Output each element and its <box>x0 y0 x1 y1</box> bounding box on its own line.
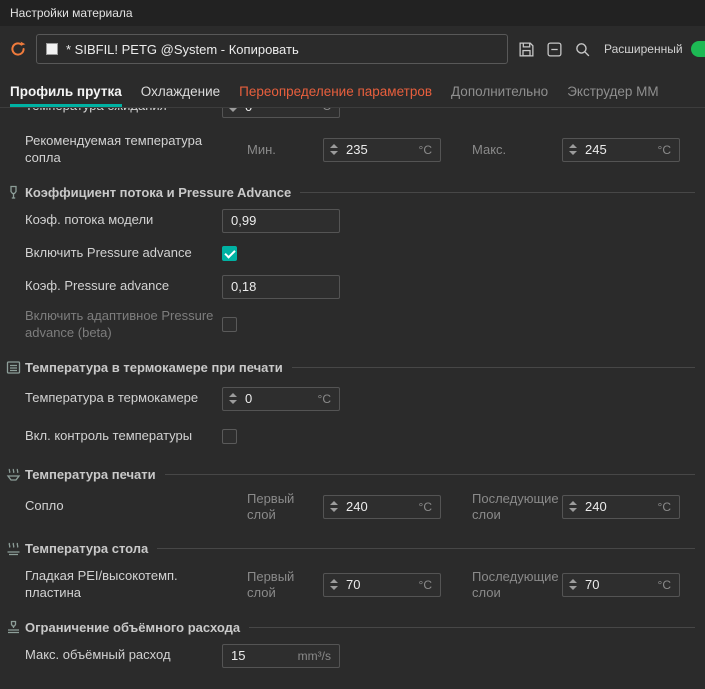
row-flow-ratio: Коэф. потока модели 0,99 <box>0 209 705 233</box>
section-divider <box>249 627 695 628</box>
first-layer-label: Первый слой <box>247 491 323 524</box>
advanced-mode-label: Расширенный <box>604 42 683 56</box>
preset-selector[interactable]: * SIBFIL! PETG @System - Копировать <box>36 34 508 64</box>
nozzle-temp-min-spinner[interactable]: 235 °C <box>323 138 441 162</box>
delete-preset-button[interactable] <box>544 39 564 59</box>
adaptive-pa-checkbox[interactable] <box>222 317 237 332</box>
row-pressure-advance-value: Коэф. Pressure advance 0,18 <box>0 275 705 299</box>
clipped-row-idle-temp: Температура ожидания 0 °C <box>0 108 705 121</box>
next-layers-label: Последующие слои <box>472 491 562 524</box>
nozzle-first-layer-spinner[interactable]: 240 °C <box>323 495 441 519</box>
section-title: Температура в термокамере при печати <box>25 360 283 375</box>
chamber-temp-spinner[interactable]: 0 °C <box>222 387 340 411</box>
section-title: Температура печати <box>25 467 156 482</box>
section-bed-temperature: Температура стола <box>0 541 705 556</box>
enable-pa-checkbox[interactable] <box>222 246 237 261</box>
section-chamber-temperature: Температура в термокамере при печати <box>0 360 705 375</box>
save-preset-button[interactable] <box>516 39 536 59</box>
bed-plate-label: Гладкая PEI/высокотемп. пластина <box>25 568 222 602</box>
volumetric-speed-label: Макс. объёмный расход <box>25 647 222 664</box>
print-temp-section-icon <box>4 467 22 482</box>
undo-reset-button[interactable] <box>8 39 28 59</box>
tab-bar: Профиль прутка Охлаждение Переопределени… <box>0 72 705 108</box>
section-volumetric-limit: Ограничение объёмного расхода <box>0 620 705 635</box>
bed-first-layer-spinner[interactable]: 70 °C <box>323 573 441 597</box>
advanced-mode-toggle[interactable] <box>691 41 705 57</box>
section-divider <box>300 192 695 193</box>
spinner-arrows-icon[interactable] <box>569 501 577 512</box>
tab-filament-profile[interactable]: Профиль прутка <box>10 84 122 107</box>
flow-ratio-input[interactable]: 0,99 <box>222 209 340 233</box>
row-nozzle-temperature: Сопло Первый слой 240 °C Последующие сло… <box>0 491 705 524</box>
window-titlebar: Настройки материала <box>0 0 705 26</box>
row-chamber-temp-control: Вкл. контроль температуры <box>0 425 705 449</box>
row-recommended-nozzle-temp: Рекомендуемая температура сопла Мин. 235… <box>0 133 705 167</box>
minus-icon <box>546 41 563 58</box>
undo-icon <box>9 40 27 58</box>
section-divider <box>292 367 695 368</box>
chamber-section-icon <box>4 360 22 375</box>
max-label: Макс. <box>472 142 562 158</box>
adaptive-pa-label: Включить адаптивное Pressure advance (be… <box>25 308 222 342</box>
spinner-arrows-icon[interactable] <box>569 144 577 155</box>
flow-ratio-label: Коэф. потока модели <box>25 212 222 229</box>
spinner-arrows-icon[interactable] <box>229 108 237 112</box>
volumetric-section-icon <box>4 620 22 635</box>
row-adaptive-pressure-advance: Включить адаптивное Pressure advance (be… <box>0 308 705 342</box>
preset-bar: * SIBFIL! PETG @System - Копировать Расш… <box>0 26 705 72</box>
pa-value-label: Коэф. Pressure advance <box>25 278 222 295</box>
section-divider <box>165 474 695 475</box>
tab-mm-extruder[interactable]: Экструдер ММ <box>567 84 659 107</box>
chamber-control-label: Вкл. контроль температуры <box>25 428 222 445</box>
tab-parameter-overrides[interactable]: Переопределение параметров <box>239 84 432 107</box>
section-title: Ограничение объёмного расхода <box>25 620 240 635</box>
row-bed-temperature: Гладкая PEI/высокотемп. пластина Первый … <box>0 568 705 602</box>
settings-content: Температура ожидания 0 °C Рекомендуемая … <box>0 108 705 668</box>
section-title: Температура стола <box>25 541 148 556</box>
reco-nozzle-temp-label: Рекомендуемая температура сопла <box>25 133 222 167</box>
save-icon <box>518 41 535 58</box>
chamber-temp-label: Температура в термокамере <box>25 390 222 407</box>
next-layers-label: Последующие слои <box>472 569 562 602</box>
preset-name: * SIBFIL! PETG @System - Копировать <box>66 42 299 57</box>
enable-pa-label: Включить Pressure advance <box>25 245 222 262</box>
chamber-control-checkbox[interactable] <box>222 429 237 444</box>
nozzle-temp-max-spinner[interactable]: 245 °C <box>562 138 680 162</box>
volumetric-speed-input[interactable]: 15 mm³/s <box>222 644 340 668</box>
spinner-arrows-icon[interactable] <box>330 579 338 590</box>
row-max-volumetric-speed: Макс. объёмный расход 15 mm³/s <box>0 644 705 668</box>
spinner-arrows-icon[interactable] <box>229 393 237 404</box>
first-layer-label: Первый слой <box>247 569 323 602</box>
idle-temp-spinner[interactable]: 0 °C <box>222 108 340 118</box>
filament-color-swatch <box>46 43 58 55</box>
row-enable-pressure-advance: Включить Pressure advance <box>0 242 705 266</box>
pa-value-input[interactable]: 0,18 <box>222 275 340 299</box>
spinner-arrows-icon[interactable] <box>330 144 338 155</box>
bed-temp-section-icon <box>4 541 22 556</box>
spinner-arrows-icon[interactable] <box>569 579 577 590</box>
nozzle-label: Сопло <box>25 498 222 515</box>
search-icon <box>574 41 591 58</box>
section-divider <box>157 548 695 549</box>
nozzle-next-layers-spinner[interactable]: 240 °C <box>562 495 680 519</box>
window-title: Настройки материала <box>10 6 133 20</box>
row-chamber-temperature: Температура в термокамере 0 °C <box>0 387 705 411</box>
flow-section-icon <box>4 185 22 200</box>
tab-cooling[interactable]: Охлаждение <box>141 84 220 107</box>
search-button[interactable] <box>572 39 592 59</box>
spinner-arrows-icon[interactable] <box>330 501 338 512</box>
section-flow-pressure-advance: Коэффициент потока и Pressure Advance <box>0 185 705 200</box>
section-title: Коэффициент потока и Pressure Advance <box>25 185 291 200</box>
tab-advanced[interactable]: Дополнительно <box>451 84 548 107</box>
idle-temp-label: Температура ожидания <box>25 108 222 114</box>
bed-next-layers-spinner[interactable]: 70 °C <box>562 573 680 597</box>
min-label: Мин. <box>247 142 323 158</box>
section-print-temperature: Температура печати <box>0 467 705 482</box>
